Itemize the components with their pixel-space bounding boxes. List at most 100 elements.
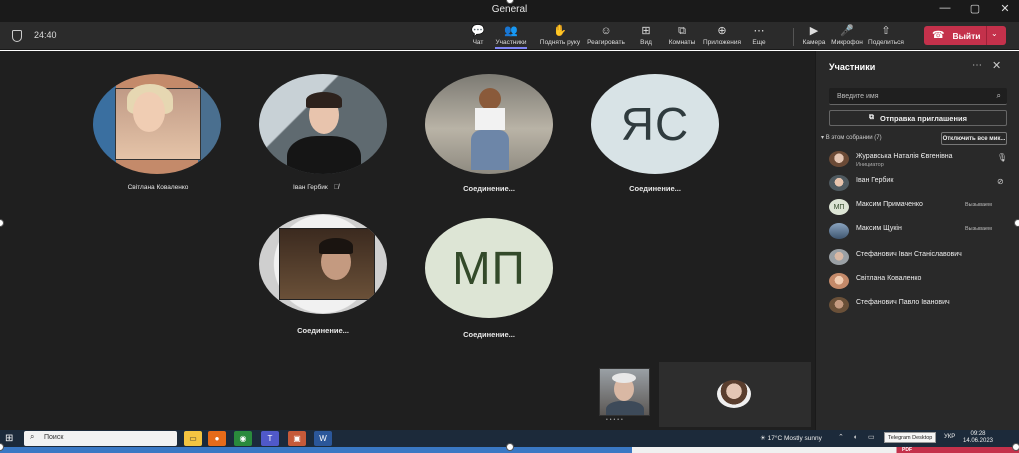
toolbar-divider	[793, 28, 794, 46]
panel-title: Участники	[829, 62, 876, 72]
search-icon: ⌕	[30, 432, 35, 441]
chrome-icon[interactable]: ◉	[234, 431, 252, 446]
windows-start-icon[interactable]: ⊞	[5, 433, 13, 444]
leave-button[interactable]: ☎ Выйти ⌄	[924, 26, 1006, 45]
avatar	[829, 297, 849, 313]
close-icon[interactable]: ✕	[992, 59, 1001, 72]
search-box: ⌕	[829, 88, 1007, 105]
camera-icon: ▶	[809, 25, 819, 37]
participant-video	[93, 74, 221, 174]
participant-row[interactable]: Іван Гербик ⊘	[829, 173, 1014, 193]
language-indicator[interactable]: УКР	[944, 434, 955, 440]
participant-name: Іван Гербик	[293, 184, 328, 191]
meeting-actions: 💬 Чат 👥 Участники ✋ Поднять руку ☺ Реаги…	[470, 25, 774, 49]
close-icon[interactable]: ✕	[999, 2, 1011, 15]
participant-name-row: Іван Гербик 🎙̸	[236, 184, 396, 191]
people-icon: 👥	[504, 25, 518, 37]
taskbar-search[interactable]: ⌕ Поиск	[24, 431, 177, 446]
meeting-toolbar: 24:40 💬 Чат 👥 Участники ✋ Поднять руку ☺…	[0, 22, 1019, 50]
avatar	[829, 223, 849, 239]
microphone-button[interactable]: 🎤 Микрофон	[828, 25, 866, 49]
view-button[interactable]: ⊞ Вид	[628, 25, 664, 49]
participant-video	[259, 74, 387, 174]
mic-off-icon[interactable]: ⊘	[997, 177, 1004, 186]
minimize-icon[interactable]: —	[939, 2, 951, 15]
status-text: Вызываем	[965, 226, 992, 232]
window-controls: — ▢ ✕	[939, 2, 1011, 15]
tooltip: Telegram Desktop	[884, 432, 937, 443]
clock[interactable]: 09:28 14.06.2023	[958, 431, 998, 445]
window-title: General	[491, 4, 528, 15]
shield-icon	[12, 30, 22, 42]
device-controls: ▶ Камера 🎤 Микрофон ⇧ Поделиться	[800, 25, 906, 49]
participant-name: Соединение...	[629, 184, 681, 193]
resize-handle[interactable]	[1014, 219, 1019, 227]
chat-button[interactable]: 💬 Чат	[470, 25, 486, 49]
mute-all-button[interactable]: Отключить все мик...	[941, 132, 1007, 145]
participant-photo	[425, 74, 553, 174]
participant-row[interactable]: Журавська Наталія Євгенівна Инициатор 🎙	[829, 149, 1014, 169]
raise-hand-icon: ✋	[553, 25, 567, 37]
teams-icon[interactable]: T	[261, 431, 279, 446]
participant-row[interactable]: МП Максим Примаченко Вызываем	[829, 197, 1014, 217]
participant-row[interactable]: Світлана Коваленко	[829, 271, 1014, 291]
avatar	[829, 273, 849, 289]
rooms-button[interactable]: ⧉ Комнаты	[664, 25, 700, 49]
microphone-icon[interactable]: 🎙	[997, 153, 1007, 162]
chat-icon: 💬	[471, 25, 485, 37]
chevron-down-icon[interactable]: ⌄	[991, 29, 998, 38]
apps-button[interactable]: ⊕ Приложения	[700, 25, 744, 49]
participant-name: Соединение...	[463, 330, 515, 339]
share-link-icon: ⧉	[869, 114, 875, 121]
more-options-dots[interactable]: •••••	[606, 417, 625, 423]
phone-icon: ☎	[932, 30, 945, 41]
file-explorer-icon[interactable]: ▭	[184, 431, 202, 446]
avatar	[829, 249, 849, 265]
participant-row[interactable]: Максим Щукін Вызываем	[829, 221, 1014, 241]
search-input[interactable]	[837, 91, 987, 102]
participant-name: Соединение...	[297, 326, 349, 335]
participants-button[interactable]: 👥 Участники	[486, 25, 536, 49]
avatar	[717, 380, 751, 408]
rooms-icon: ⧉	[678, 25, 686, 37]
camera-button[interactable]: ▶ Камера	[800, 25, 828, 49]
spotlight-tile[interactable]	[659, 362, 811, 427]
participant-name: Соединение...	[463, 184, 515, 193]
participant-name: Світлана Коваленко	[127, 184, 189, 191]
system-tray-icons[interactable]: ⌃ ◐ ▭	[838, 433, 879, 441]
raise-hand-button[interactable]: ✋ Поднять руку	[536, 25, 584, 49]
more-button[interactable]: ⋯ Еще	[744, 25, 774, 49]
section-header[interactable]: ▾ В этом собрании (7)	[821, 134, 882, 141]
participant-row[interactable]: Стефанович Павло Іванович	[829, 295, 1014, 315]
view-icon: ⊞	[641, 25, 651, 37]
weather-widget[interactable]: ☀ 17°C Mostly sunny	[760, 434, 822, 442]
resize-handle[interactable]	[1012, 443, 1019, 451]
firefox-icon[interactable]: ●	[208, 431, 226, 446]
participants-panel: Участники ⋯ ✕ ⌕ ⧉ Отправка приглашения ▾…	[815, 51, 1019, 430]
word-icon[interactable]: W	[314, 431, 332, 446]
maximize-icon[interactable]: ▢	[969, 2, 981, 15]
mic-off-icon: 🎙̸	[333, 184, 339, 191]
leave-split	[986, 26, 987, 45]
meeting-timer: 24:40	[34, 30, 57, 40]
participant-video	[259, 214, 387, 314]
more-icon[interactable]: ⋯	[972, 60, 982, 71]
participant-initials: ЯС	[591, 74, 719, 174]
avatar	[829, 151, 849, 167]
invite-button[interactable]: ⧉ Отправка приглашения	[829, 110, 1007, 126]
share-button[interactable]: ⇧ Поделиться	[866, 25, 906, 49]
microphone-icon: 🎤	[840, 25, 854, 37]
self-view-video[interactable]	[599, 368, 650, 416]
status-text: Вызываем	[965, 202, 992, 208]
avatar	[829, 175, 849, 191]
resize-handle[interactable]	[506, 443, 514, 451]
share-icon: ⇧	[881, 25, 891, 37]
participant-row[interactable]: Стефанович Іван Станіславович	[829, 247, 1014, 267]
app-icon[interactable]: ▣	[288, 431, 306, 446]
meeting-stage: Світлана Коваленко Іван Гербик 🎙̸ Соедине…	[0, 51, 815, 430]
more-icon: ⋯	[753, 25, 765, 37]
participant-initials: МП	[425, 218, 553, 318]
react-button[interactable]: ☺ Реагировать	[584, 25, 628, 49]
search-icon: ⌕	[996, 91, 1001, 100]
pdf-icon: PDF	[902, 447, 912, 453]
